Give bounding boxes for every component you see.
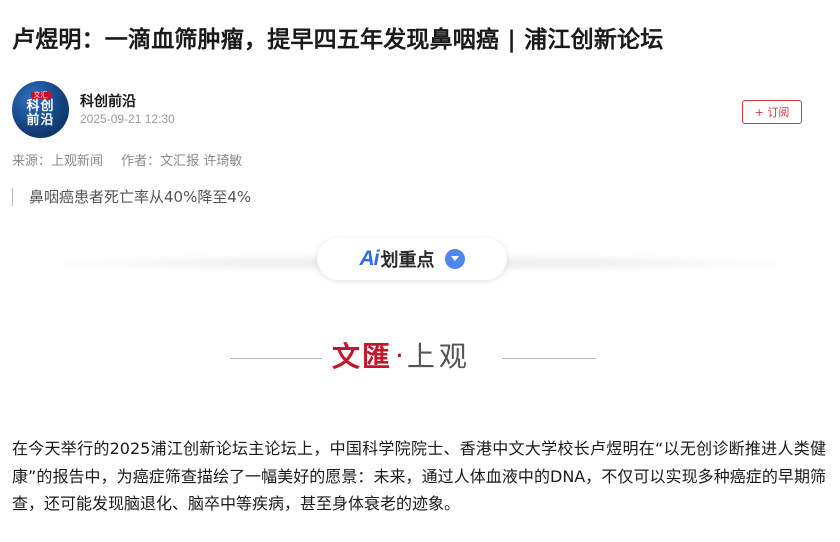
article-meta: 来源：上观新闻 作者：文汇报 许琦敏 <box>12 150 256 169</box>
brand-red-text: 文匯 <box>332 340 393 373</box>
ai-logo-icon: Ai <box>359 247 380 270</box>
article-summary: 鼻咽癌患者死亡率从40%降至4% <box>12 188 251 206</box>
brand-grey-text: 上观 <box>406 340 471 373</box>
writer-label: 作者：文汇报 许琦敏 <box>121 154 243 169</box>
publish-date: 2025-09-21 12:30 <box>80 112 175 126</box>
author-avatar[interactable]: 文汇 科创 前沿 <box>12 81 69 138</box>
article-paragraph: 在今天举行的2025浦江创新论坛主论坛上，中国科学院院士、香港中文大学校长卢煜明… <box>12 439 826 513</box>
brand-line-right <box>502 358 596 359</box>
subscribe-button[interactable]: + 订阅 <box>742 100 802 124</box>
avatar-line-2: 前沿 <box>26 112 55 128</box>
article-title: 卢煜明：一滴血筛肿瘤，提早四五年发现鼻咽癌 | 浦江创新论坛 <box>12 27 664 53</box>
author-name[interactable]: 科创前沿 <box>80 91 136 111</box>
avatar-line-1: 科创 <box>26 99 55 115</box>
brand-separator: · <box>395 338 404 372</box>
brand-line-left <box>230 358 322 359</box>
highlights-label: 划重点 <box>380 250 435 271</box>
highlights-button[interactable]: Ai 划重点 <box>317 238 507 280</box>
brand-logo: 文匯 · 上观 <box>332 335 471 375</box>
chevron-down-icon <box>444 249 465 269</box>
avatar-badge: 文汇 <box>30 91 51 100</box>
source-label: 来源：上观新闻 <box>12 154 104 169</box>
